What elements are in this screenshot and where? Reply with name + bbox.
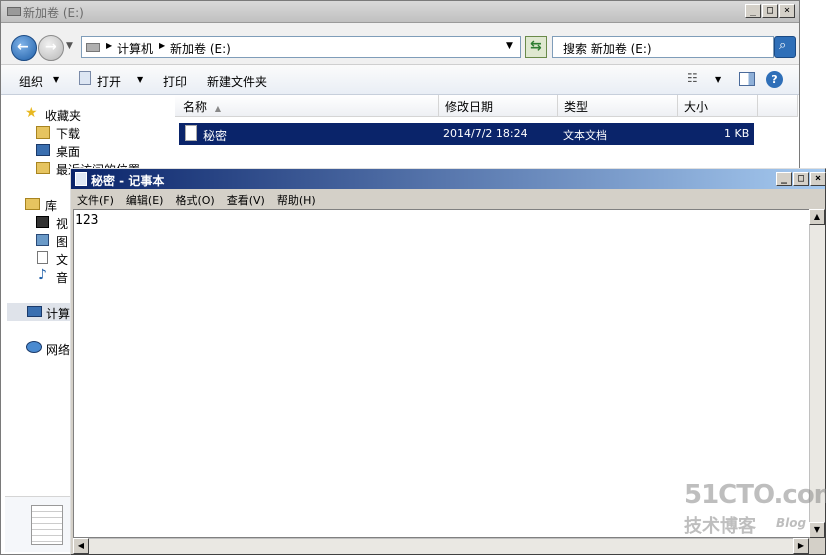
star-icon: ★	[25, 105, 38, 121]
notepad-title: 秘密 - 记事本	[91, 174, 165, 188]
nav-documents[interactable]: 文	[56, 251, 68, 268]
nav-libraries[interactable]: 库	[45, 197, 57, 214]
column-header-type[interactable]: 类型	[558, 95, 678, 117]
column-type-label: 类型	[564, 100, 589, 114]
column-modified-label: 修改日期	[445, 100, 494, 114]
menu-file[interactable]: 文件(F)	[71, 189, 120, 209]
minimize-button[interactable]: _	[745, 4, 761, 18]
open-dropdown-icon[interactable]: ▼	[137, 75, 143, 84]
menu-view[interactable]: 查看(V)	[221, 189, 271, 209]
nav-downloads[interactable]: 下载	[56, 125, 80, 142]
nav-computer[interactable]: 计算	[46, 305, 70, 322]
nav-pictures[interactable]: 图	[56, 233, 68, 250]
column-name-label: 名称	[183, 100, 208, 114]
refresh-button[interactable]: ⇆	[525, 36, 547, 58]
details-pane	[5, 496, 71, 552]
search-button[interactable]: ⌕	[774, 36, 796, 58]
scroll-left-button[interactable]: ◀	[73, 538, 89, 554]
notepad-menubar: 文件(F) 编辑(E) 格式(O) 查看(V) 帮助(H)	[71, 189, 825, 209]
menu-format[interactable]: 格式(O)	[169, 189, 220, 209]
arrow-right-icon: →	[45, 39, 57, 55]
file-type: 文本文档	[563, 129, 607, 142]
nav-network[interactable]: 网络	[46, 341, 70, 358]
close-button[interactable]: ×	[779, 4, 795, 18]
scroll-right-button[interactable]: ▶	[793, 538, 809, 554]
downloads-icon	[36, 126, 50, 139]
explorer-titlebar[interactable]: 新加卷 (E:) _ □ ×	[1, 1, 799, 23]
notepad-minimize-button[interactable]: _	[776, 172, 792, 186]
notepad-maximize-button[interactable]: □	[793, 172, 809, 186]
computer-small-icon	[86, 43, 100, 52]
column-header-modified[interactable]: 修改日期	[439, 95, 558, 117]
watermark-site: 51CTO.com	[684, 480, 826, 510]
history-dropdown-icon[interactable]: ▼	[66, 41, 73, 51]
music-icon: ♪	[38, 267, 47, 283]
views-dropdown-icon[interactable]: ▼	[715, 75, 721, 84]
column-header-name[interactable]: 名称 ▲	[175, 95, 439, 117]
organize-dropdown-icon[interactable]: ▼	[53, 75, 59, 84]
menu-edit[interactable]: 编辑(E)	[120, 189, 170, 209]
address-bar[interactable]: ▶ 计算机 ▶ 新加卷 (E:) ▼	[81, 36, 521, 58]
nav-music[interactable]: 音	[56, 269, 68, 286]
preview-pane-icon[interactable]	[739, 72, 755, 86]
network-icon	[26, 341, 42, 353]
search-icon: ⌕	[779, 38, 787, 53]
horizontal-scrollbar[interactable]: ◀ ▶	[73, 538, 809, 554]
sort-ascending-icon: ▲	[214, 104, 221, 113]
print-button[interactable]: 打印	[163, 73, 187, 90]
notepad-close-button[interactable]: ×	[810, 172, 826, 186]
arrow-left-icon: ←	[17, 39, 29, 55]
refresh-icon: ⇆	[530, 38, 542, 54]
breadcrumb-sep-icon: ▶	[159, 41, 166, 50]
maximize-button[interactable]: □	[762, 4, 778, 18]
video-icon	[36, 216, 49, 228]
new-folder-button[interactable]: 新建文件夹	[207, 73, 267, 90]
command-toolbar: 组织 ▼ 打开 ▼ 打印 新建文件夹 ☷ ▼ ?	[1, 65, 799, 95]
nav-desktop[interactable]: 桌面	[56, 143, 80, 160]
column-size-label: 大小	[684, 100, 709, 114]
nav-favorites[interactable]: 收藏夹	[45, 107, 81, 124]
back-button[interactable]: ←	[11, 35, 37, 61]
notepad-titlebar[interactable]: 秘密 - 记事本 _ □ ×	[71, 169, 826, 189]
organize-button[interactable]: 组织	[19, 73, 43, 90]
forward-button[interactable]: →	[38, 35, 64, 61]
address-row: ← → ▼ ▶ 计算机 ▶ 新加卷 (E:) ▼ ⇆ 搜索 新加卷 (E:) ⌕	[1, 23, 799, 65]
notepad-icon	[75, 172, 87, 186]
nav-videos[interactable]: 视	[56, 215, 68, 232]
notepad-content: 123	[75, 213, 99, 228]
watermark-blog: Blog	[776, 516, 807, 530]
scroll-up-button[interactable]: ▲	[809, 209, 825, 225]
desktop-icon	[36, 144, 50, 156]
column-header-size[interactable]: 大小	[678, 95, 758, 117]
file-name: 秘密	[203, 129, 228, 143]
column-header-extra	[758, 95, 798, 117]
watermark-tagline: 技术博客	[684, 516, 756, 537]
open-button[interactable]: 打开	[97, 73, 121, 90]
computer-icon	[27, 306, 42, 317]
address-dropdown-icon[interactable]: ▼	[506, 41, 513, 51]
file-size: 1 KB	[724, 127, 750, 140]
drive-icon	[7, 7, 21, 16]
pictures-icon	[36, 234, 49, 246]
breadcrumb-sep-icon: ▶	[106, 41, 113, 50]
views-icon[interactable]: ☷	[687, 71, 698, 85]
documents-icon	[37, 251, 48, 264]
file-modified: 2014/7/2 18:24	[443, 127, 528, 140]
watermark-logo: 51CTO.com 技术博客 Blog	[684, 480, 826, 540]
text-file-icon	[185, 125, 197, 141]
libraries-icon	[25, 198, 40, 210]
search-input[interactable]: 搜索 新加卷 (E:)	[552, 36, 774, 58]
breadcrumb-computer[interactable]: 计算机	[117, 40, 153, 57]
open-icon	[79, 71, 91, 85]
file-row[interactable]: 秘密 2014/7/2 18:24 文本文档 1 KB	[179, 123, 754, 145]
menu-help[interactable]: 帮助(H)	[271, 189, 322, 209]
explorer-title: 新加卷 (E:)	[23, 6, 84, 20]
document-large-icon	[31, 505, 63, 545]
recent-icon	[36, 162, 50, 174]
breadcrumb-drive[interactable]: 新加卷 (E:)	[170, 40, 231, 57]
help-icon[interactable]: ?	[766, 71, 783, 88]
search-placeholder: 搜索 新加卷 (E:)	[563, 42, 652, 56]
